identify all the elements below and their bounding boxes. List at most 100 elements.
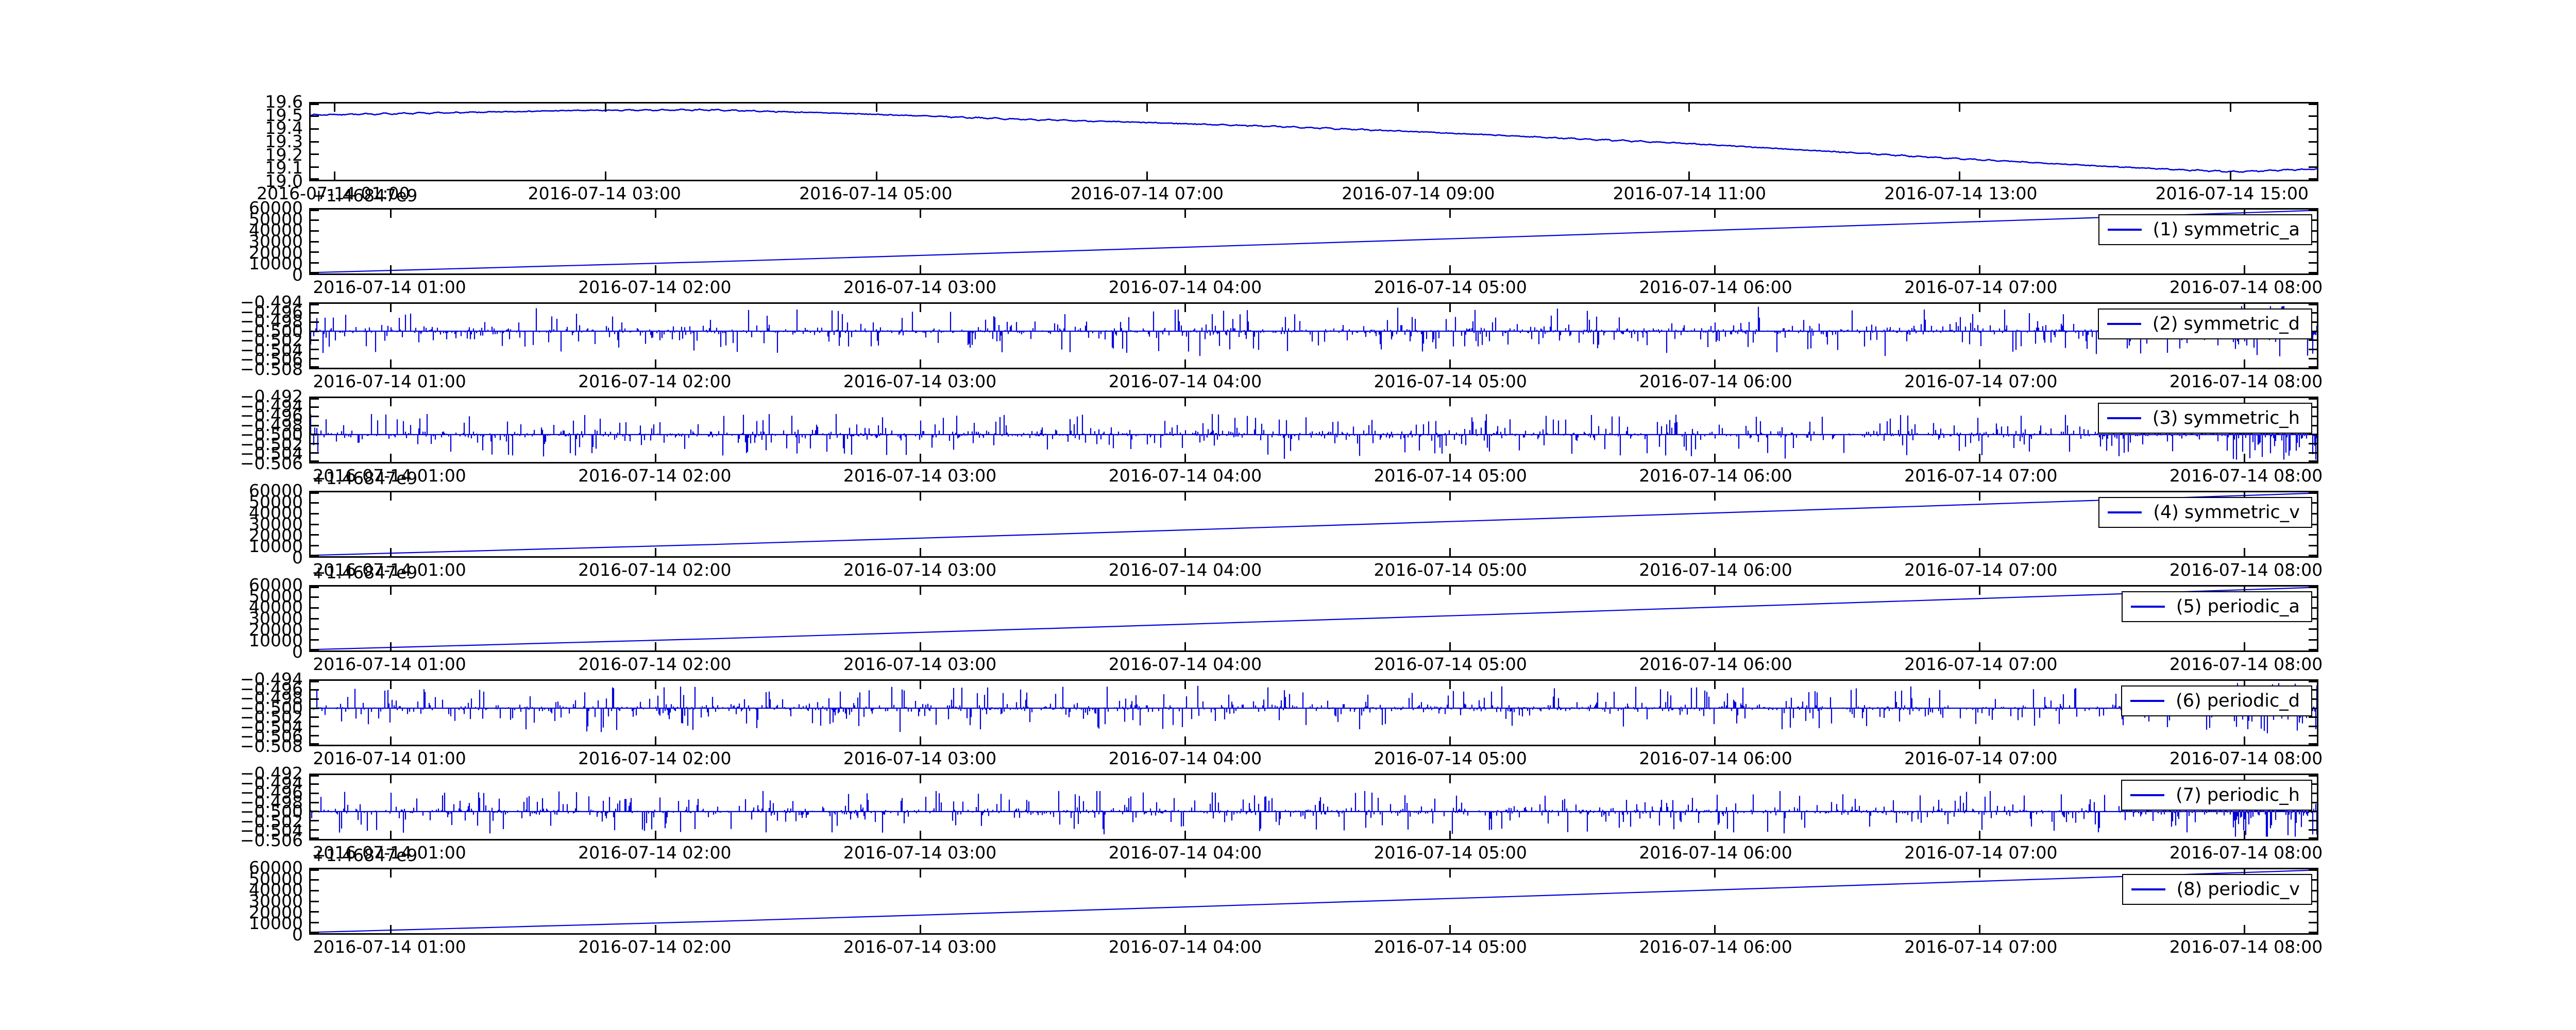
y-tick-mark <box>311 544 319 546</box>
x-tick-mark <box>1449 925 1451 933</box>
legend-box: (4) symmetric_v <box>2098 497 2312 528</box>
legend-box: (6) periodic_d <box>2121 685 2312 716</box>
x-tick-mark <box>1417 104 1419 112</box>
legend-box: (2) symmetric_d <box>2097 308 2312 339</box>
legend-label: (6) periodic_d <box>2176 691 2300 711</box>
y-tick-mark <box>311 304 319 305</box>
x-tick-label: 2016-07-14 08:00 <box>2169 937 2323 957</box>
x-tick-mark <box>390 304 392 312</box>
x-tick-mark <box>655 304 657 312</box>
x-tick-label: 2016-07-14 06:00 <box>1639 748 1792 768</box>
y-tick-mark <box>311 837 319 839</box>
x-tick-mark <box>920 359 922 368</box>
x-tick-mark <box>604 104 606 112</box>
x-tick-mark <box>920 681 922 689</box>
y-tick-mark <box>2309 911 2317 913</box>
x-tick-label: 2016-07-14 03:00 <box>843 371 997 391</box>
x-tick-mark <box>390 869 392 878</box>
x-tick-mark <box>920 304 922 312</box>
x-tick-mark <box>1714 642 1716 650</box>
y-tick-mark <box>2309 262 2317 264</box>
y-tick-mark <box>2309 339 2317 341</box>
x-tick-mark <box>920 398 922 406</box>
y-tick-mark <box>2309 251 2317 253</box>
y-tick-mark <box>311 707 319 709</box>
y-tick-label: 60000 <box>249 857 303 878</box>
y-tick-mark <box>311 115 319 117</box>
line-series-symmetric-a <box>311 210 2317 273</box>
x-tick-mark <box>334 104 336 112</box>
y-tick-mark <box>311 911 319 913</box>
x-tick-label: 2016-07-14 07:00 <box>1904 466 2058 486</box>
y-tick-mark <box>2309 837 2317 839</box>
legend-label: (3) symmetric_h <box>2152 408 2300 428</box>
x-tick-mark <box>655 869 657 878</box>
y-tick-mark <box>311 879 319 881</box>
y-tick-mark <box>2309 443 2317 445</box>
x-tick-mark <box>1979 359 1981 368</box>
x-tick-mark <box>1714 831 1716 839</box>
x-tick-mark <box>1184 736 1187 745</box>
y-axis-offset-text: +1.46847e9 <box>312 562 418 582</box>
x-tick-mark <box>1714 454 1716 462</box>
y-tick-label: −0.492 <box>240 386 303 406</box>
x-tick-label: 2016-07-14 07:00 <box>1904 560 2058 580</box>
y-tick-mark <box>2309 587 2317 588</box>
y-tick-mark <box>311 178 319 180</box>
x-tick-mark <box>1146 104 1148 112</box>
x-tick-mark <box>1979 775 1981 783</box>
x-tick-mark <box>1449 398 1451 406</box>
x-tick-mark <box>1449 642 1451 650</box>
x-tick-mark <box>390 681 392 689</box>
y-axis-offset-text: +1.46847e9 <box>312 845 418 865</box>
x-tick-label: 2016-07-14 05:00 <box>1374 466 1527 486</box>
x-tick-mark <box>1449 681 1451 689</box>
y-tick-mark <box>2309 178 2317 180</box>
x-tick-mark <box>1449 736 1451 745</box>
y-tick-mark <box>311 230 319 232</box>
x-tick-mark <box>2244 548 2246 556</box>
x-tick-label: 2016-07-14 02:00 <box>578 371 732 391</box>
line-series-temperature-trace <box>311 108 2317 173</box>
x-tick-mark <box>1979 304 1981 312</box>
x-tick-label: 2016-07-14 04:00 <box>1108 654 1262 674</box>
x-tick-mark <box>1184 642 1187 650</box>
x-tick-label: 2016-07-14 09:00 <box>1342 183 1495 203</box>
x-tick-mark <box>2244 265 2246 273</box>
line-series-symmetric-h <box>311 414 2317 460</box>
y-tick-mark <box>311 932 319 933</box>
x-tick-label: 2016-07-14 07:00 <box>1904 371 2058 391</box>
x-tick-mark <box>334 171 336 180</box>
x-tick-mark <box>655 359 657 368</box>
x-tick-mark <box>1959 104 1961 112</box>
y-tick-mark <box>311 251 319 253</box>
x-tick-mark <box>390 925 392 933</box>
x-tick-mark <box>655 548 657 556</box>
x-tick-label: 2016-07-14 05:00 <box>1374 843 1527 863</box>
x-tick-mark <box>1417 171 1419 180</box>
y-axis-offset-text: +1.46847e9 <box>312 185 418 205</box>
y-tick-mark <box>2309 357 2317 359</box>
legend-label: (5) periodic_a <box>2176 596 2300 617</box>
y-tick-mark <box>311 783 319 785</box>
x-tick-label: 2016-07-14 03:00 <box>843 654 997 674</box>
x-tick-mark <box>1979 681 1981 689</box>
x-tick-mark <box>1184 210 1187 218</box>
x-tick-mark <box>2244 736 2246 745</box>
x-tick-label: 2016-07-14 03:00 <box>528 183 681 203</box>
x-tick-mark <box>920 587 922 595</box>
legend-line-sample <box>2130 794 2165 796</box>
y-tick-mark <box>311 587 319 588</box>
y-tick-mark <box>311 321 319 323</box>
legend-box: (7) periodic_h <box>2121 780 2312 811</box>
y-tick-mark <box>2309 104 2317 105</box>
y-tick-mark <box>2309 366 2317 368</box>
y-tick-mark <box>311 801 319 803</box>
x-tick-mark <box>1688 171 1690 180</box>
x-tick-label: 2016-07-14 06:00 <box>1639 937 1792 957</box>
x-tick-label: 2016-07-14 08:00 <box>2169 466 2323 486</box>
x-tick-mark <box>604 171 606 180</box>
x-tick-label: 2016-07-14 03:00 <box>843 277 997 297</box>
x-tick-label: 2016-07-14 02:00 <box>578 843 732 863</box>
subplot-symmetric-d: (2) symmetric_d <box>309 302 2318 369</box>
